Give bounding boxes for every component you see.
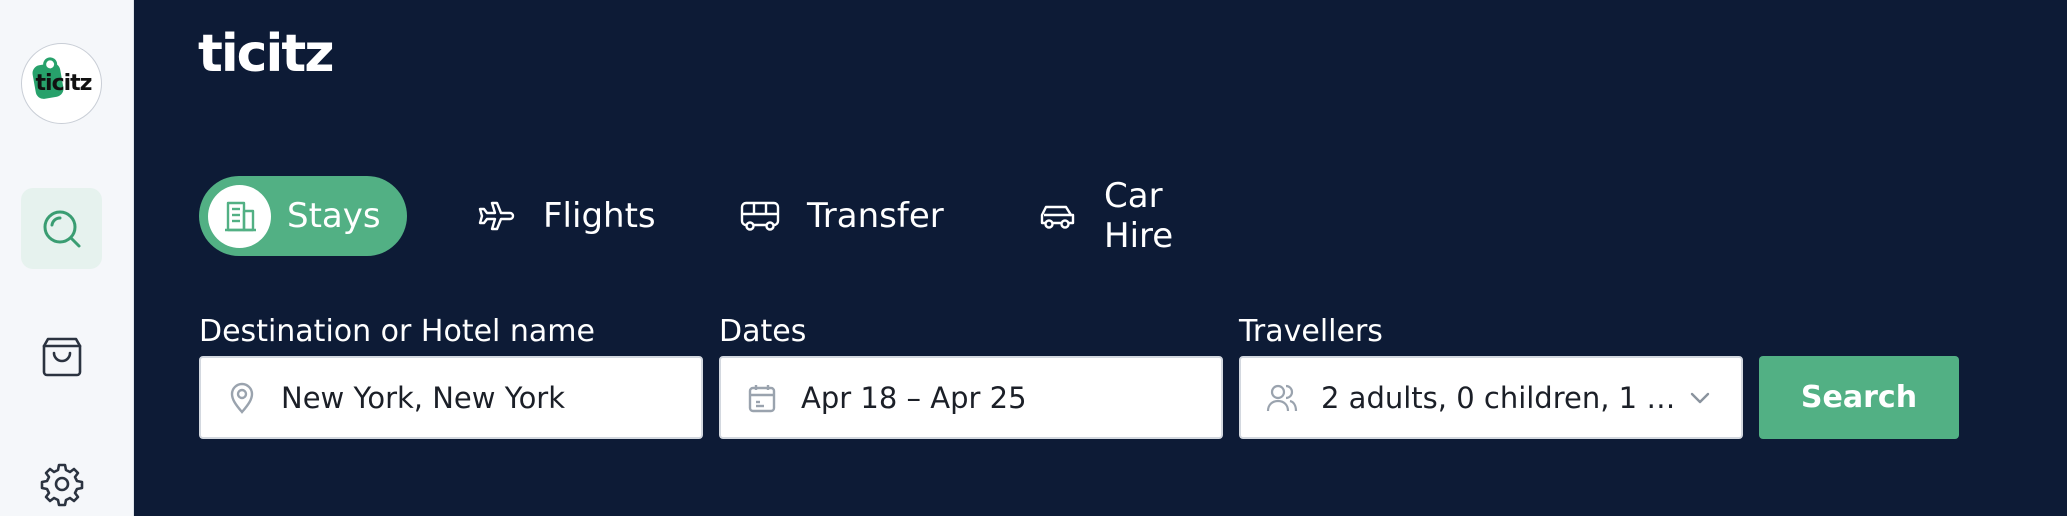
brand-logo[interactable]: ticitz [198, 28, 334, 80]
sidebar-item-settings[interactable] [21, 443, 102, 516]
bus-icon [740, 201, 780, 231]
gear-icon [40, 463, 83, 506]
travellers-value: 2 adults, 0 children, 1 ro... [1321, 380, 1685, 415]
tab-stays-label: Stays [287, 196, 381, 236]
sidebar-logo-text: ticitz [35, 71, 93, 96]
tab-flights-label: Flights [543, 196, 656, 236]
destination-label: Destination or Hotel name [199, 314, 595, 349]
sidebar-logo[interactable]: ticitz [21, 43, 102, 124]
car-icon [1040, 205, 1075, 229]
sidebar-item-bag[interactable] [21, 316, 102, 397]
dates-field[interactable]: Apr 18 – Apr 25 [719, 356, 1223, 439]
search-button[interactable]: Search [1759, 356, 1959, 439]
destination-value: New York, New York [281, 380, 566, 415]
chevron-down-icon[interactable] [1685, 383, 1715, 413]
shopping-bag-icon [42, 337, 81, 376]
dates-value: Apr 18 – Apr 25 [801, 380, 1027, 415]
tab-transfer-label: Transfer [807, 196, 944, 236]
people-icon [1266, 384, 1298, 411]
sidebar-item-search[interactable] [21, 188, 102, 269]
destination-field[interactable]: New York, New York [199, 356, 703, 439]
travellers-field[interactable]: 2 adults, 0 children, 1 ro... [1239, 356, 1743, 439]
location-pin-icon [230, 382, 254, 414]
search-icon [43, 210, 80, 247]
calendar-icon [748, 384, 776, 412]
tab-car-hire[interactable]: Car Hire [1036, 176, 1173, 256]
dates-label: Dates [719, 314, 807, 349]
tab-transfer[interactable]: Transfer [739, 176, 944, 256]
tab-flights[interactable]: Flights [475, 176, 656, 256]
plane-icon [478, 201, 515, 231]
sidebar: ticitz [0, 0, 134, 516]
tab-stays[interactable]: Stays [199, 176, 407, 256]
tab-car-hire-label: Car Hire [1104, 176, 1174, 256]
travellers-label: Travellers [1239, 314, 1383, 349]
hotel-icon [224, 201, 256, 232]
